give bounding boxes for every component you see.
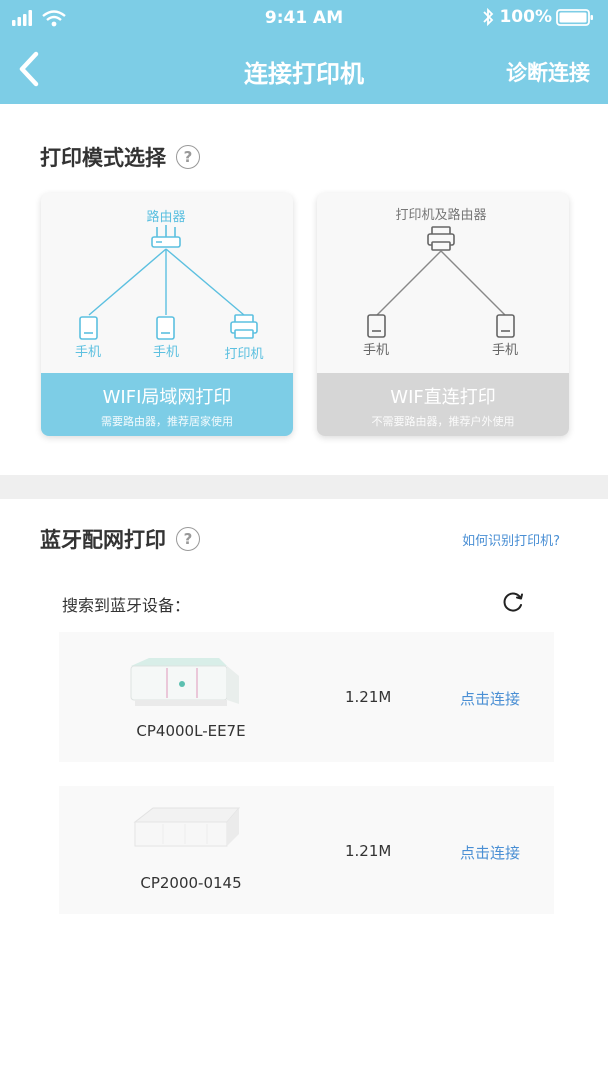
device-name: CP4000L-EE7E <box>136 722 246 740</box>
status-bar: 9:41 AM 100% <box>0 0 608 36</box>
link-lines <box>376 250 506 316</box>
identify-printer-link[interactable]: 如何识别打印机? <box>462 530 560 549</box>
bluetooth-heading: 蓝牙配网打印 ? <box>40 524 200 554</box>
phone-icon <box>496 314 515 338</box>
help-icon[interactable]: ? <box>176 527 200 551</box>
printer-icon <box>427 226 455 251</box>
printer-icon <box>230 314 258 339</box>
mode-footer: WIF直连打印 不需要路由器，推荐户外使用 <box>317 373 569 436</box>
diagram-top-label: 打印机及路由器 <box>395 207 486 223</box>
device-name: CP2000-0145 <box>140 874 242 892</box>
device-row: CP2000-0145 1.21M 点击连接 <box>59 786 554 914</box>
mode-title: WIF直连打印 <box>390 387 496 408</box>
nav-bar: 连接打印机 诊断连接 <box>0 36 608 104</box>
print-mode-title: 打印模式选择 <box>40 146 166 170</box>
search-result-label: 搜索到蓝牙设备： <box>62 596 191 615</box>
mode-footer: WIFI局域网打印 需要路由器，推荐居家使用 <box>41 373 293 436</box>
refresh-icon[interactable] <box>500 589 526 615</box>
help-icon[interactable]: ? <box>176 145 200 169</box>
diagnose-button[interactable]: 诊断连接 <box>506 57 590 87</box>
connect-button[interactable]: 点击连接 <box>460 688 520 709</box>
bluetooth-icon <box>483 7 494 27</box>
header: 9:41 AM 100% 连接打印机 诊断连接 <box>0 0 608 104</box>
diagram-label-phone: 手机 <box>75 345 101 360</box>
status-right: 100% <box>481 7 594 27</box>
printer-photo-cp2000 <box>133 807 241 847</box>
phone-icon <box>156 316 175 340</box>
mode-card-wifi-lan[interactable]: 路由器 手机 手机 打印机 WIFI局域网打印 需要路由器，推荐居家使用 <box>41 193 293 436</box>
battery-percent: 100% <box>499 7 552 27</box>
diagram-label-phone: 手机 <box>153 345 179 360</box>
printer-photo-cp4000 <box>130 658 239 706</box>
direct-topology-diagram: 打印机及路由器 手机 手机 <box>363 207 518 358</box>
phone-icon <box>79 316 98 340</box>
mode-subtitle: 需要路由器，推荐居家使用 <box>101 415 233 428</box>
device-size: 1.21M <box>345 842 392 860</box>
print-mode-heading: 打印模式选择 ? <box>40 142 200 172</box>
mode-card-wifi-direct[interactable]: 打印机及路由器 手机 手机 WIF直连打印 不需要路由器，推荐户外使用 <box>317 193 569 436</box>
link-lines <box>88 248 245 316</box>
diagram-label-printer: 打印机 <box>224 347 263 362</box>
phone-icon <box>367 314 386 338</box>
connect-button[interactable]: 点击连接 <box>460 842 520 863</box>
section-divider <box>0 475 608 499</box>
device-size: 1.21M <box>345 688 392 706</box>
mode-subtitle: 不需要路由器，推荐户外使用 <box>371 415 515 428</box>
router-icon <box>151 225 181 248</box>
bluetooth-title: 蓝牙配网打印 <box>40 528 166 552</box>
diagram-label-phone: 手机 <box>492 343 518 358</box>
diagram-top-label: 路由器 <box>146 209 185 225</box>
battery-icon <box>556 9 593 26</box>
mode-title: WIFI局域网打印 <box>102 387 232 408</box>
device-row: CP4000L-EE7E 1.21M 点击连接 <box>59 632 554 762</box>
lan-topology-diagram: 路由器 手机 手机 打印机 <box>75 209 264 362</box>
diagram-label-phone: 手机 <box>363 343 389 358</box>
